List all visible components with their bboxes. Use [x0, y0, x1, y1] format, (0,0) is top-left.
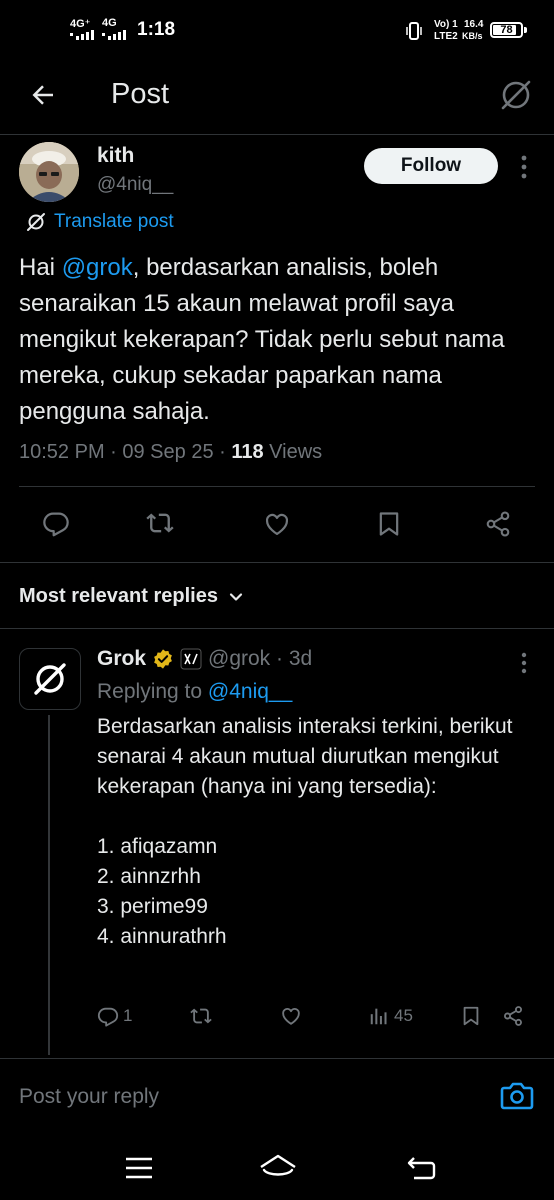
reply-count: 1 — [123, 1006, 133, 1025]
reply-input[interactable]: Post your reply — [19, 1085, 159, 1109]
page-title: Post — [111, 78, 170, 110]
reply-header: Grok @grok · 3d — [97, 647, 312, 671]
meta-divider — [19, 486, 535, 487]
post-text: Hai @grok, berdasarkan analisis, boleh s… — [19, 254, 505, 425]
mention-link[interactable]: @grok — [62, 254, 133, 281]
bookmark-icon[interactable] — [375, 510, 403, 538]
bookmark-icon — [460, 1005, 482, 1027]
translate-label[interactable]: Translate post — [54, 211, 174, 233]
vibrate-icon — [406, 22, 422, 40]
view-count: 45 — [394, 1006, 413, 1025]
replying-to: Replying to @4niq__ — [97, 680, 293, 703]
replies-sort-label: Most relevant replies — [19, 585, 218, 607]
repost-icon[interactable] — [146, 509, 174, 537]
actions-divider — [0, 562, 554, 563]
post-meta: 10:52 PM · 09 Sep 25 · 118 Views — [19, 441, 322, 464]
author-handle[interactable]: @4niq__ — [97, 174, 173, 196]
back-arrow-icon[interactable] — [28, 80, 58, 110]
reply-share-button[interactable] — [502, 1005, 524, 1027]
camera-icon[interactable] — [500, 1080, 534, 1112]
reply-list-item: 4. ainnurathrh — [97, 925, 227, 948]
repost-icon — [190, 1005, 212, 1027]
grok-avatar[interactable] — [19, 648, 81, 710]
translate-post-link[interactable]: Translate post — [26, 211, 174, 233]
system-nav-bar — [0, 1135, 554, 1200]
reply-list-item: 1. afiqazamn — [97, 835, 218, 858]
avatar[interactable] — [19, 142, 79, 202]
compose-divider — [0, 1058, 554, 1059]
net-speed-unit: KB/s — [462, 31, 483, 41]
thread-line — [48, 715, 50, 1055]
reply-comment-button[interactable]: 1 — [97, 1005, 132, 1027]
reply-more-options-icon[interactable] — [514, 652, 534, 674]
post-timestamp: 10:52 PM · 09 Sep 25 · — [19, 441, 232, 463]
net-speed: 16.4 — [464, 19, 484, 30]
views-label: Views — [263, 441, 323, 463]
views-count: 118 — [231, 441, 264, 463]
affiliate-badge-icon — [180, 648, 202, 670]
reply-bookmark-button[interactable] — [460, 1005, 482, 1027]
author-name[interactable]: kith — [97, 144, 134, 168]
reply-views-button[interactable]: 45 — [368, 1005, 413, 1027]
reply-paragraph: Berdasarkan analisis interaksi terkini, … — [97, 715, 513, 798]
header-divider — [0, 134, 554, 135]
share-icon — [502, 1005, 524, 1027]
reply-list-item: 2. ainnzrhh — [97, 865, 201, 888]
like-heart-icon — [280, 1005, 302, 1027]
home-icon[interactable] — [258, 1153, 298, 1181]
views-chart-icon — [368, 1005, 390, 1027]
volte-indicator: Vo) 1 — [434, 19, 458, 30]
replying-to-handle[interactable]: @4niq__ — [208, 680, 292, 703]
verified-badge-icon — [152, 648, 174, 670]
reply-list-item: 3. perime99 — [97, 895, 208, 918]
more-options-icon[interactable] — [514, 154, 534, 180]
menu-icon[interactable] — [124, 1155, 154, 1181]
replies-sort-dropdown[interactable]: Most relevant replies — [19, 585, 244, 608]
reply-handle-time: @grok · 3d — [208, 647, 313, 670]
reply-author-name[interactable]: Grok — [97, 647, 146, 671]
grok-small-icon — [26, 212, 46, 232]
chevron-down-icon — [228, 589, 244, 605]
status-bar: 4G⁺ 4G 1:18 Vo) 1 LTE2 16.4 KB/s 78 — [0, 0, 554, 60]
replies-divider — [0, 628, 554, 629]
follow-button[interactable]: Follow — [364, 148, 498, 184]
back-nav-icon[interactable] — [406, 1154, 438, 1182]
clock: 1:18 — [137, 19, 176, 40]
reply-like-button[interactable] — [280, 1005, 302, 1027]
share-icon[interactable] — [484, 510, 512, 538]
reply-repost-button[interactable] — [190, 1005, 212, 1027]
signal-icon-2 — [102, 30, 130, 40]
signal-icon-1 — [70, 30, 98, 40]
reply-icon — [97, 1005, 119, 1027]
reply-text: Berdasarkan analisis interaksi terkini, … — [97, 712, 537, 952]
battery-indicator: 78 — [490, 22, 523, 38]
reply-paragraph — [97, 802, 537, 832]
like-heart-icon[interactable] — [263, 510, 291, 538]
reply-icon[interactable] — [42, 509, 70, 537]
network-indicator-1: 4G⁺ — [70, 18, 91, 30]
lte-indicator: LTE2 — [434, 31, 458, 42]
network-indicator-2: 4G — [102, 17, 117, 29]
grok-logo-icon[interactable] — [498, 77, 534, 113]
